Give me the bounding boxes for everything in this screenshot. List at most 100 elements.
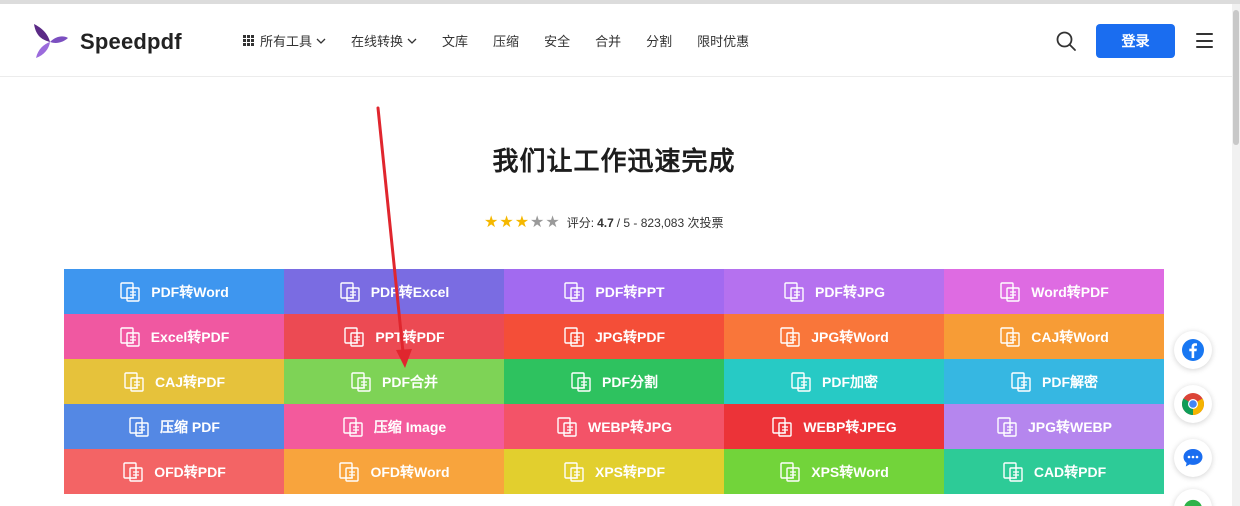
tool-tile[interactable]: JPG转WEBP <box>944 404 1164 449</box>
tool-label: JPG转Word <box>811 328 889 345</box>
floating-side-buttons <box>1174 331 1212 506</box>
scrollbar-thumb[interactable] <box>1233 10 1239 145</box>
tool-label: OFD转PDF <box>154 463 226 480</box>
tool-label: PDF合并 <box>382 373 438 390</box>
tool-label: PDF加密 <box>822 373 878 390</box>
tool-tile[interactable]: WEBP转JPEG <box>724 404 944 449</box>
document-convert-icon <box>344 326 365 347</box>
brand-logo[interactable]: Speedpdf <box>30 22 182 62</box>
tool-label: XPS转PDF <box>594 463 665 480</box>
tool-label: CAJ转PDF <box>154 373 225 390</box>
tool-label: WEBP转JPG <box>587 418 672 435</box>
grid-icon <box>243 35 254 46</box>
main-nav: 所有工具 在线转换 文库 压缩 安全 合并 分割 限时优惠 <box>243 4 774 77</box>
chevron-down-icon <box>316 38 326 44</box>
document-convert-icon <box>564 326 584 347</box>
tool-label: PDF转JPG <box>814 283 885 300</box>
search-icon[interactable] <box>1055 30 1077 52</box>
tool-tile[interactable]: PDF转PPT <box>504 269 724 314</box>
rating-score: 4.7 <box>597 215 614 230</box>
star-icon: ★ <box>484 213 499 231</box>
document-convert-icon <box>1011 371 1031 392</box>
page-title: 我们让工作迅速完成 <box>492 146 736 176</box>
tool-tile[interactable]: PPT转PDF <box>284 314 504 359</box>
tool-tile[interactable]: 压缩 PDF <box>64 404 284 449</box>
tool-tile[interactable]: PDF分割 <box>504 359 724 404</box>
tool-tile[interactable]: PDF转Excel <box>284 269 504 314</box>
tool-label: Excel转PDF <box>150 328 230 345</box>
tool-label: XPS转Word <box>811 463 889 480</box>
tool-tile[interactable]: PDF合并 <box>284 359 504 404</box>
tool-label: PDF转PPT <box>595 283 665 300</box>
document-convert-icon <box>571 371 591 392</box>
facebook-share-button[interactable] <box>1174 331 1212 369</box>
tool-tile[interactable]: Word转PDF <box>944 269 1164 314</box>
tool-label: JPG转WEBP <box>1027 418 1112 435</box>
star-icon: ★ <box>499 213 514 231</box>
tool-tile[interactable]: CAD转PDF <box>944 449 1164 494</box>
tool-tile[interactable]: CAJ转Word <box>944 314 1164 359</box>
tool-tile[interactable]: XPS转Word <box>724 449 944 494</box>
rating-stars: ★ ★ ★ ★ ★ <box>484 213 561 231</box>
document-convert-icon <box>340 281 360 302</box>
document-convert-icon <box>772 416 793 437</box>
nav-security[interactable]: 安全 <box>544 31 570 50</box>
chevron-down-icon <box>407 38 417 44</box>
facebook-icon <box>1182 339 1204 361</box>
tool-tile[interactable]: CAJ转PDF <box>64 359 284 404</box>
nav-all-tools[interactable]: 所有工具 <box>243 31 326 50</box>
tool-label: PPT转PDF <box>375 328 445 345</box>
tool-tile[interactable]: 压缩 Image <box>284 404 504 449</box>
tool-grid: PDF转Word PDF转Excel PDF转PPT PDF转JPG Word转PDF E… <box>64 269 1164 494</box>
document-convert-icon <box>120 281 140 302</box>
tool-tile[interactable]: JPG转Word <box>724 314 944 359</box>
document-convert-icon <box>351 371 371 392</box>
tool-label: Word转PDF <box>1031 283 1109 300</box>
nav-promo[interactable]: 限时优惠 <box>697 31 749 50</box>
tool-label: CAD转PDF <box>1033 463 1107 480</box>
tool-tile[interactable]: PDF加密 <box>724 359 944 404</box>
login-button[interactable]: 登录 <box>1096 24 1175 58</box>
chat-support-button[interactable] <box>1174 439 1212 477</box>
nav-merge[interactable]: 合并 <box>595 31 621 50</box>
chrome-extension-button[interactable] <box>1174 385 1212 423</box>
tool-tile[interactable]: PDF转JPG <box>724 269 944 314</box>
nav-split[interactable]: 分割 <box>646 31 672 50</box>
nav-online-convert-label: 在线转换 <box>351 34 404 49</box>
document-convert-icon <box>1000 326 1020 347</box>
document-convert-icon <box>1000 281 1020 302</box>
document-convert-icon <box>343 416 363 437</box>
tool-label: PDF解密 <box>1042 373 1098 390</box>
document-convert-icon <box>124 371 144 392</box>
rating-prefix: 评分: <box>566 216 595 230</box>
tool-tile[interactable]: XPS转PDF <box>504 449 724 494</box>
tool-tile[interactable]: OFD转PDF <box>64 449 284 494</box>
tool-label: PDF转Excel <box>370 283 450 300</box>
tool-label: WEBP转JPEG <box>803 418 897 435</box>
nav-online-convert[interactable]: 在线转换 <box>351 31 417 50</box>
document-convert-icon <box>120 326 140 347</box>
document-convert-icon <box>997 416 1017 437</box>
tool-label: OFD转Word <box>370 463 450 480</box>
tool-tile[interactable]: Excel转PDF <box>64 314 284 359</box>
nav-library[interactable]: 文库 <box>442 31 468 50</box>
tool-tile[interactable]: PDF转Word <box>64 269 284 314</box>
document-convert-icon <box>129 416 149 437</box>
tool-label: CAJ转Word <box>1031 328 1109 345</box>
nav-all-tools-label: 所有工具 <box>260 34 313 49</box>
extra-side-button[interactable] <box>1174 489 1212 506</box>
document-convert-icon <box>780 461 800 482</box>
tool-label: PDF转Word <box>151 283 229 300</box>
document-convert-icon <box>1003 461 1023 482</box>
hamburger-menu-icon[interactable] <box>1196 33 1213 48</box>
page-scrollbar[interactable] <box>1232 4 1240 506</box>
tool-tile[interactable]: PDF解密 <box>944 359 1164 404</box>
document-convert-icon <box>123 461 143 482</box>
nav-compress[interactable]: 压缩 <box>493 31 519 50</box>
rating-summary: ★ ★ ★ ★ ★ 评分: 4.7 / 5 - 823,083 次投票 <box>484 214 723 231</box>
tool-tile[interactable]: JPG转PDF <box>504 314 724 359</box>
chat-icon <box>1183 449 1203 467</box>
tool-tile[interactable]: OFD转Word <box>284 449 504 494</box>
document-convert-icon <box>784 281 804 302</box>
tool-tile[interactable]: WEBP转JPG <box>504 404 724 449</box>
